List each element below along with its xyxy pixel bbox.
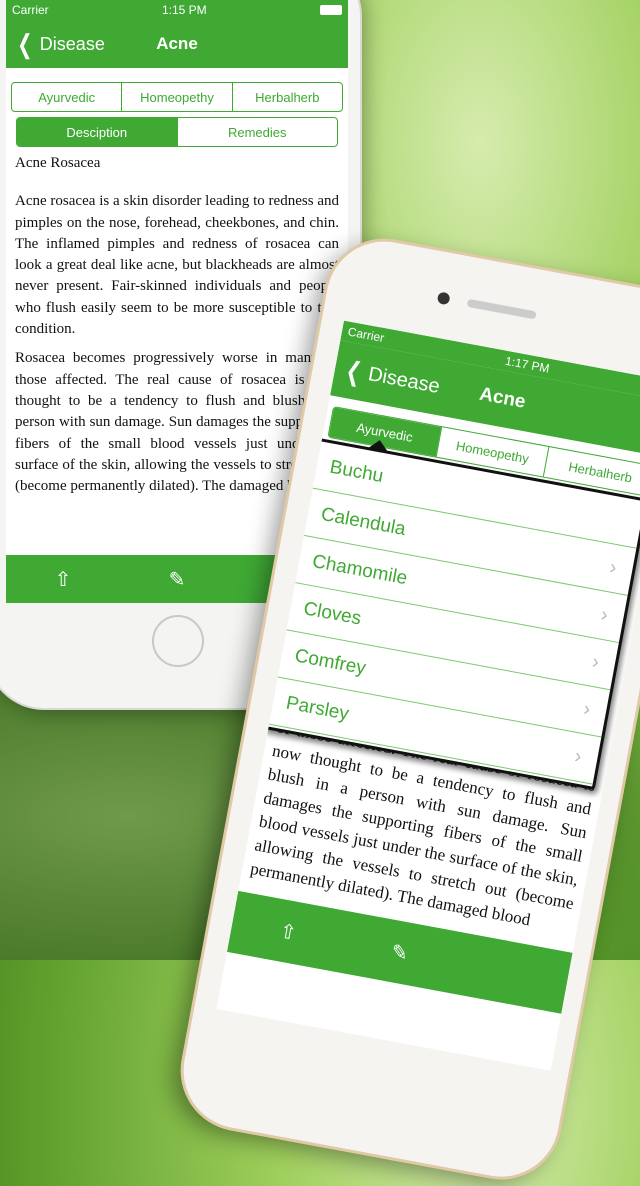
paragraph: Rosacea becomes progressively worse in m… [15,350,339,495]
chevron-right-icon: › [581,697,593,721]
chevron-left-icon: ❮ [17,29,33,59]
tab-homeopethy[interactable]: Homeopethy [121,83,231,111]
chevron-left-icon: ❮ [343,355,365,388]
content-tabs: Desciption Remedies [16,117,338,147]
item-label: Chamomile [310,550,410,589]
back-button[interactable]: ❮ Disease [6,31,105,57]
back-button[interactable]: ❮ Disease [333,355,442,400]
chevron-right-icon: › [590,650,601,674]
item-label: Parsley [284,692,351,725]
paragraph: Acne rosacea is a skin disorder leading … [15,193,339,338]
edit-icon[interactable]: ✎ [387,939,413,965]
carrier: Carrier [12,3,49,17]
home-button[interactable] [152,615,204,667]
description-content: Acne Rosacea Acne rosacea is a skin diso… [6,147,348,497]
item-label: Calendula [319,503,408,540]
edit-icon[interactable]: ✎ [166,568,188,591]
item-label: Buchu [328,456,386,487]
item-label: Comfrey [293,644,368,679]
speaker [466,298,537,320]
chevron-right-icon: › [599,603,610,627]
nav-bar: ❮ Disease Acne [6,20,348,68]
tab-remedies[interactable]: Remedies [176,118,338,146]
share-icon[interactable]: ⇧ [276,919,302,945]
chevron-right-icon: › [607,556,619,580]
category-tabs: Ayurvedic Homeopethy Herbalherb [11,82,343,112]
tab-description[interactable]: Desciption [17,118,177,146]
battery-icon [320,5,342,15]
share-icon[interactable]: ⇧ [52,568,74,591]
remedies-dropdown: Buchu Calendula › Chamomile › Cloves › Comf… [262,437,640,791]
camera [436,291,451,306]
back-label: Disease [366,362,442,398]
tab-ayurvedic[interactable]: Ayurvedic [12,83,121,111]
tab-herbalherb[interactable]: Herbalherb [231,83,342,111]
heading: Acne Rosacea [15,155,101,171]
chevron-right-icon: › [572,745,584,768]
time: 1:15 PM [161,3,207,17]
back-label: Disease [39,33,105,54]
item-label: Cloves [301,597,363,629]
status-bar: Carrier 1:15 PM [6,0,348,20]
